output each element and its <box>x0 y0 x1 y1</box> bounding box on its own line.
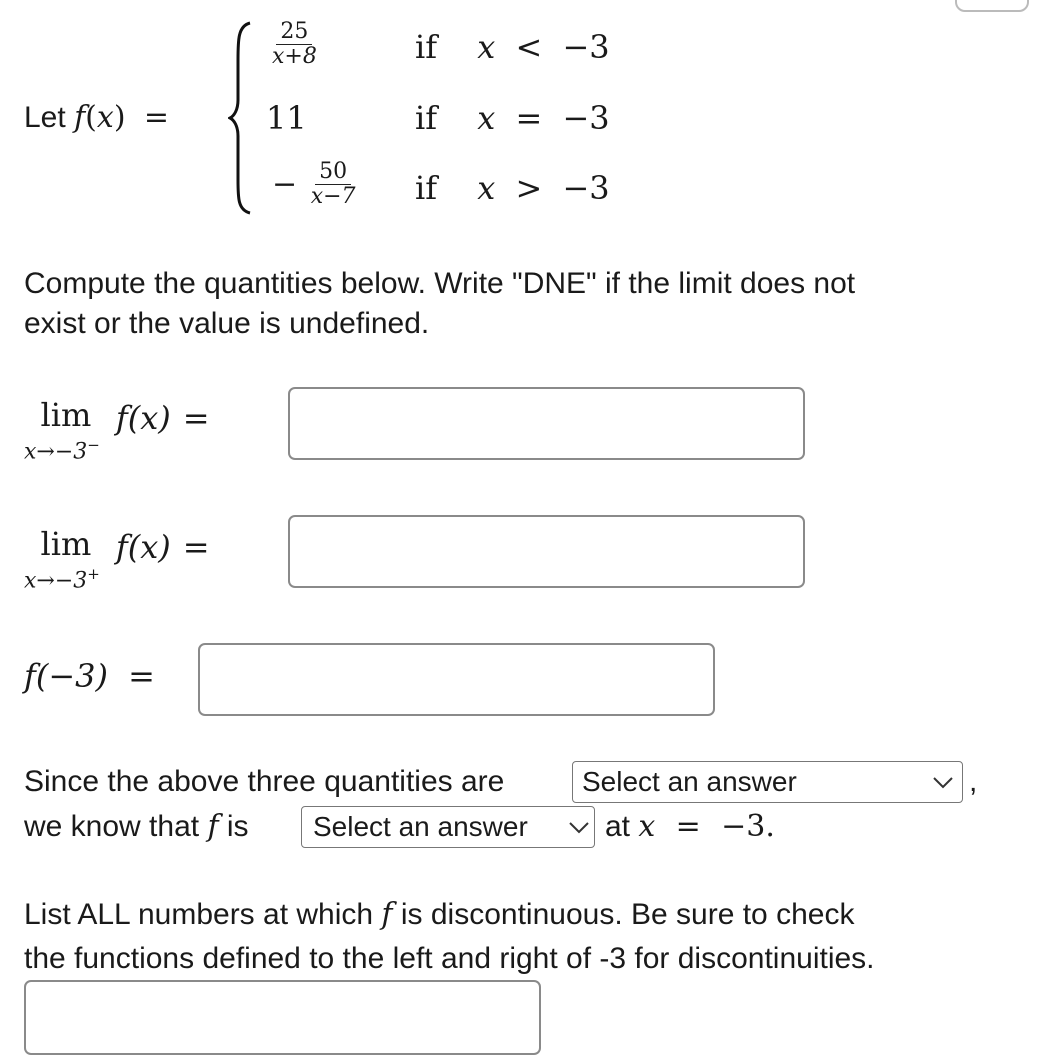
discontinuities-line-2: the functions defined to the left and ri… <box>24 942 875 975</box>
conclusion-tail: at x = −3. <box>605 807 775 847</box>
case-3-expression: − 50 x−7 <box>272 160 360 209</box>
lim-word: lim <box>40 525 92 563</box>
discontinuities-prompt: List ALL numbers at which f is discontin… <box>24 893 875 981</box>
if-word: if <box>415 99 438 137</box>
lim-side: + <box>87 565 100 583</box>
value-at-label: f(−3) = <box>24 656 155 696</box>
point-value: −3. <box>721 809 775 844</box>
function-name: f <box>381 897 393 932</box>
left-limit-input[interactable] <box>288 387 805 460</box>
lim-side: − <box>87 436 100 454</box>
piecewise-definition: Let f(x) = <box>24 98 169 138</box>
instructions-line-2: exist or the value is undefined. <box>24 307 430 340</box>
conclusion-text-3: is <box>226 810 249 843</box>
equals-sign: = <box>675 809 701 844</box>
lim-word: lim <box>40 396 92 434</box>
fraction: 25 x+8 <box>268 20 321 69</box>
relation: > <box>515 169 543 207</box>
partial-button[interactable] <box>955 0 1029 12</box>
value-expression: f(−3) <box>24 657 108 695</box>
comma: , <box>969 765 978 798</box>
prompt-text-b: is discontinuous. Be sure to check <box>400 898 855 931</box>
condition-var: x <box>477 169 496 207</box>
chevron-down-icon <box>933 777 953 789</box>
discontinuities-line-1: List ALL numbers at which f is discontin… <box>24 893 875 937</box>
let-label: Let <box>24 101 66 134</box>
value-at-input[interactable] <box>198 643 715 716</box>
if-word: if <box>415 169 438 207</box>
bound: −3 <box>562 28 610 66</box>
lim-operator: lim x→−3− <box>24 398 100 465</box>
function-var: x <box>96 100 114 135</box>
relation: < <box>515 28 543 66</box>
chevron-down-icon <box>569 822 589 834</box>
if-word: if <box>415 28 438 66</box>
left-brace-icon <box>228 21 251 215</box>
lim-subscript: x→−3 <box>24 439 88 465</box>
numerator: 25 <box>276 20 313 45</box>
instructions: Compute the quantities below. Write "DNE… <box>24 264 855 344</box>
quantities-select[interactable]: Select an answer <box>572 761 963 803</box>
bound: −3 <box>562 169 610 207</box>
conclusion-text-2: we know that <box>24 810 200 843</box>
case-3-condition: if x > −3 <box>415 169 610 207</box>
prompt-text-a: List ALL numbers at which <box>24 898 374 931</box>
conclusion-text-1: Since the above three quantities are <box>24 765 505 798</box>
numerator: 50 <box>315 160 352 185</box>
minus-sign: − <box>272 167 298 202</box>
open-paren: ( <box>85 100 97 135</box>
limit-expression: f(x) <box>115 528 171 566</box>
select-placeholder: Select an answer <box>313 811 528 842</box>
case-2-condition: if x = −3 <box>415 99 610 137</box>
close-paren: ) <box>113 100 126 135</box>
variable-x: x <box>638 809 656 844</box>
case-2-expression: 11 <box>266 99 307 137</box>
conclusion-line-2: we know that f is <box>24 807 249 847</box>
case-1-condition: if x < −3 <box>415 28 610 66</box>
equals-sign: = <box>182 528 210 566</box>
relation: = <box>515 99 543 137</box>
conclusion-line-1: Since the above three quantities are <box>24 762 504 802</box>
fraction: 50 x−7 <box>307 160 360 209</box>
lim-subscript: x→−3 <box>24 568 88 594</box>
equals-sign: = <box>128 657 155 695</box>
equals-sign: = <box>182 399 210 437</box>
denominator: x−7 <box>310 184 356 209</box>
continuity-select[interactable]: Select an answer <box>301 806 595 848</box>
right-limit-label: lim x→−3+ f(x) = <box>24 527 210 594</box>
case-1-expression: 25 x+8 <box>268 20 321 69</box>
equals-sign: = <box>143 100 170 135</box>
bound: −3 <box>562 99 610 137</box>
lim-operator: lim x→−3+ <box>24 527 100 594</box>
function-name: f <box>74 100 86 135</box>
discontinuities-input[interactable] <box>24 980 541 1055</box>
condition-var: x <box>477 28 496 66</box>
left-limit-label: lim x→−3− f(x) = <box>24 398 210 465</box>
limit-expression: f(x) <box>115 399 171 437</box>
denominator: x+8 <box>272 44 317 69</box>
at-word: at <box>605 810 631 843</box>
instructions-line-1: Compute the quantities below. Write "DNE… <box>24 267 856 300</box>
select-placeholder: Select an answer <box>582 766 797 797</box>
right-limit-input[interactable] <box>288 515 805 588</box>
function-name: f <box>207 809 219 844</box>
condition-var: x <box>477 99 496 137</box>
